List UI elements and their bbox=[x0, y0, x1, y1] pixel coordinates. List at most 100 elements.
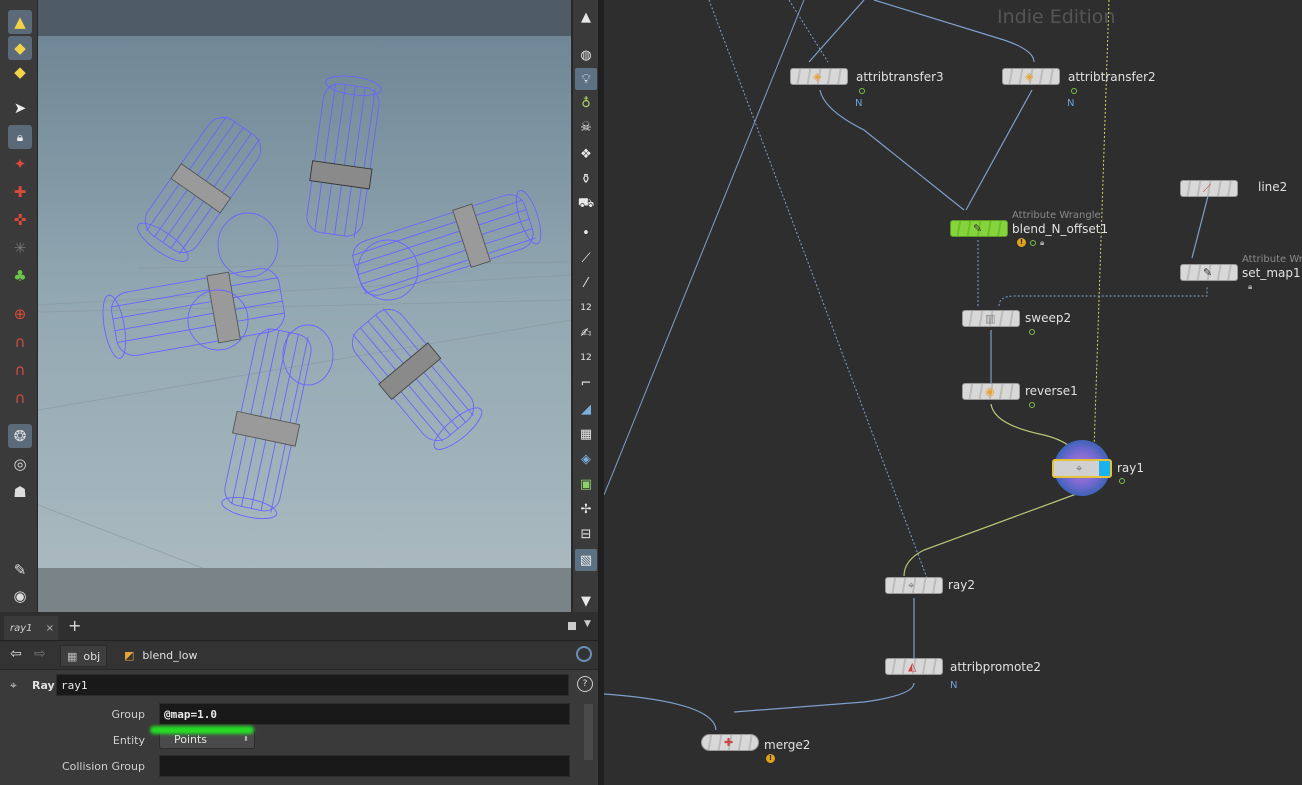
snap-point-icon[interactable]: ∩ bbox=[8, 358, 32, 382]
viewport-scene bbox=[38, 75, 571, 612]
normal-icon[interactable]: ⟋ bbox=[575, 247, 597, 269]
group-field[interactable]: @map=1.0 bbox=[159, 703, 570, 725]
layers-icon[interactable]: ◈ bbox=[575, 448, 597, 470]
snap-prim-icon[interactable]: ∩ bbox=[8, 330, 32, 354]
component-mode-icon[interactable]: ◆ bbox=[8, 36, 32, 60]
split-icon[interactable]: ✢ bbox=[575, 498, 597, 520]
pane-maximize-icon[interactable] bbox=[568, 622, 576, 630]
breadcrumb-obj[interactable]: ▦ obj bbox=[60, 645, 108, 667]
ray-icon: ⌖ bbox=[908, 579, 915, 592]
snap-magnet-icon[interactable]: ∩ bbox=[8, 386, 32, 410]
line-icon: ⟋ bbox=[1203, 182, 1211, 195]
node-name-label: ray1 bbox=[1117, 461, 1145, 475]
node-tile[interactable]: ◉ bbox=[962, 383, 1020, 400]
snap-icon[interactable]: ◢ bbox=[575, 398, 597, 420]
wireframe-icon[interactable]: ❖ bbox=[575, 143, 597, 165]
collision-group-label: Collision Group bbox=[61, 760, 145, 773]
camera-icon[interactable]: ◎ bbox=[8, 452, 32, 476]
light-icon[interactable]: ☗ bbox=[8, 480, 32, 504]
node-tile[interactable]: ✎ bbox=[1180, 264, 1238, 281]
node-name-label: reverse1 bbox=[1025, 384, 1078, 398]
texture-icon[interactable]: ⛟ bbox=[575, 193, 597, 215]
pin-pane-icon[interactable] bbox=[576, 646, 592, 662]
node-name-label: set_map1 bbox=[1242, 266, 1301, 280]
transform-handle-icon[interactable]: ✚ bbox=[8, 180, 32, 204]
vertex-icon[interactable]: ⁄ bbox=[575, 272, 597, 294]
grid-icon[interactable]: ⊟ bbox=[575, 523, 597, 545]
shaded-icon[interactable]: ⚱ bbox=[575, 168, 597, 190]
number-12b-icon[interactable]: 12 bbox=[575, 347, 597, 369]
status-ring-icon bbox=[1071, 88, 1077, 94]
node-tile[interactable]: ✎ bbox=[950, 220, 1008, 237]
node-name-label: attribpromote2 bbox=[950, 660, 1042, 674]
number-12-icon[interactable]: 12 bbox=[575, 297, 597, 319]
render-view-icon[interactable]: ❂ bbox=[8, 424, 32, 448]
background-icon[interactable]: ▣ bbox=[575, 473, 597, 495]
breadcrumb-obj-label: obj bbox=[83, 649, 101, 663]
node-header-row: ⌖ Ray ray1 ? bbox=[0, 670, 598, 700]
skull-icon[interactable]: ☠ bbox=[575, 116, 597, 138]
warning-icon: ! bbox=[766, 754, 775, 763]
normal-flag: N bbox=[1067, 98, 1075, 109]
rotate-handle-icon[interactable]: ✜ bbox=[8, 208, 32, 232]
curve-icon[interactable]: ⌐ bbox=[575, 372, 597, 394]
node-name-label: merge2 bbox=[764, 738, 811, 752]
ghost-icon[interactable]: ♁ bbox=[575, 92, 597, 114]
node-type-sublabel: Attribute Wra bbox=[1242, 254, 1302, 265]
node-tile[interactable]: ◈ bbox=[790, 68, 848, 85]
network-editor[interactable]: Indie Edition ◈ attribtransfer3 N ◈ attr… bbox=[604, 0, 1302, 785]
attribtransfer-icon: ◈ bbox=[1025, 70, 1034, 83]
param-scrollbar[interactable] bbox=[584, 704, 593, 760]
green-highlight-mark bbox=[150, 726, 254, 734]
ground-grid bbox=[38, 261, 571, 612]
node-tile[interactable]: ⌖ bbox=[1052, 459, 1112, 478]
pane-menu-chevron-icon[interactable]: ▼ bbox=[584, 619, 591, 629]
status-ring-icon bbox=[1029, 402, 1035, 408]
ray-node-icon: ⌖ bbox=[10, 678, 17, 692]
add-tab-button[interactable]: + bbox=[68, 616, 81, 635]
node-tile[interactable]: ✚ bbox=[701, 734, 759, 751]
select-mode-icon[interactable]: ▲ bbox=[8, 10, 32, 34]
help-button[interactable]: ? bbox=[577, 676, 593, 692]
node-name-field[interactable]: ray1 bbox=[56, 674, 569, 696]
object-mode-icon[interactable]: ◆ bbox=[8, 60, 32, 84]
close-tab-icon[interactable]: × bbox=[46, 623, 54, 634]
parameter-pane: ray1 × + ▼ ⇦ ⇨ ▦ obj ◩ blend_low ⌖ Ray r… bbox=[0, 612, 598, 785]
home-icon[interactable]: ◉ bbox=[8, 584, 32, 608]
status-ring-icon bbox=[1030, 240, 1036, 246]
wrangle-icon: ✎ bbox=[1203, 266, 1213, 279]
forward-arrow-icon[interactable]: ⇨ bbox=[34, 646, 46, 662]
network-icon: ▦ bbox=[67, 649, 78, 663]
tab-ray1[interactable]: ray1 × bbox=[4, 616, 58, 640]
node-tile[interactable]: ◭ bbox=[885, 658, 943, 675]
view-handle-icon[interactable]: ✦ bbox=[8, 152, 32, 176]
pen-icon[interactable]: ✍ bbox=[575, 322, 597, 344]
node-tile[interactable]: ▥ bbox=[962, 310, 1020, 327]
node-tile[interactable]: ◈ bbox=[1002, 68, 1060, 85]
lock-icon: 🔒︎ bbox=[1248, 282, 1253, 291]
viewport-display-toolbar: ▲ ◍ 💡︎ ♁ ☠ ❖ ⚱ ⛟ • ⟋ ⁄ 12 ✍ 12 ⌐ ◢ ▦ ◈ ▣… bbox=[572, 0, 599, 612]
entity-select-value: Points bbox=[174, 732, 208, 746]
node-tile[interactable]: ⟋ bbox=[1180, 180, 1238, 197]
breadcrumb-blend-low[interactable]: ◩ blend_low bbox=[118, 645, 580, 665]
pose-icon[interactable]: ♣ bbox=[8, 264, 32, 288]
pointer-icon[interactable]: ➤ bbox=[8, 96, 32, 120]
scroll-up-icon[interactable]: ▲ bbox=[575, 6, 597, 28]
scene-viewport[interactable] bbox=[38, 0, 571, 612]
geo-node-icon: ◩ bbox=[124, 648, 135, 662]
display-options-icon[interactable]: ◍ bbox=[575, 44, 597, 66]
image-icon[interactable]: ▧ bbox=[575, 549, 597, 571]
back-arrow-icon[interactable]: ⇦ bbox=[10, 646, 22, 662]
point-icon[interactable]: • bbox=[575, 222, 597, 244]
tumble-icon[interactable]: ✎ bbox=[8, 558, 32, 582]
checker-icon[interactable]: ▦ bbox=[575, 423, 597, 445]
attribpromote-icon: ◭ bbox=[908, 660, 917, 673]
node-tile[interactable]: ⌖ bbox=[885, 577, 943, 594]
scale-handle-icon[interactable]: ✳ bbox=[8, 236, 32, 260]
snap-grid-icon[interactable]: ⊕ bbox=[8, 302, 32, 326]
collision-group-field[interactable] bbox=[159, 755, 570, 777]
node-name-label: ray2 bbox=[948, 578, 976, 592]
light-bulb-icon[interactable]: 💡︎ bbox=[575, 68, 597, 90]
lock-icon[interactable]: 🔒︎ bbox=[8, 125, 32, 149]
scroll-down-icon[interactable]: ▼ bbox=[575, 590, 597, 612]
